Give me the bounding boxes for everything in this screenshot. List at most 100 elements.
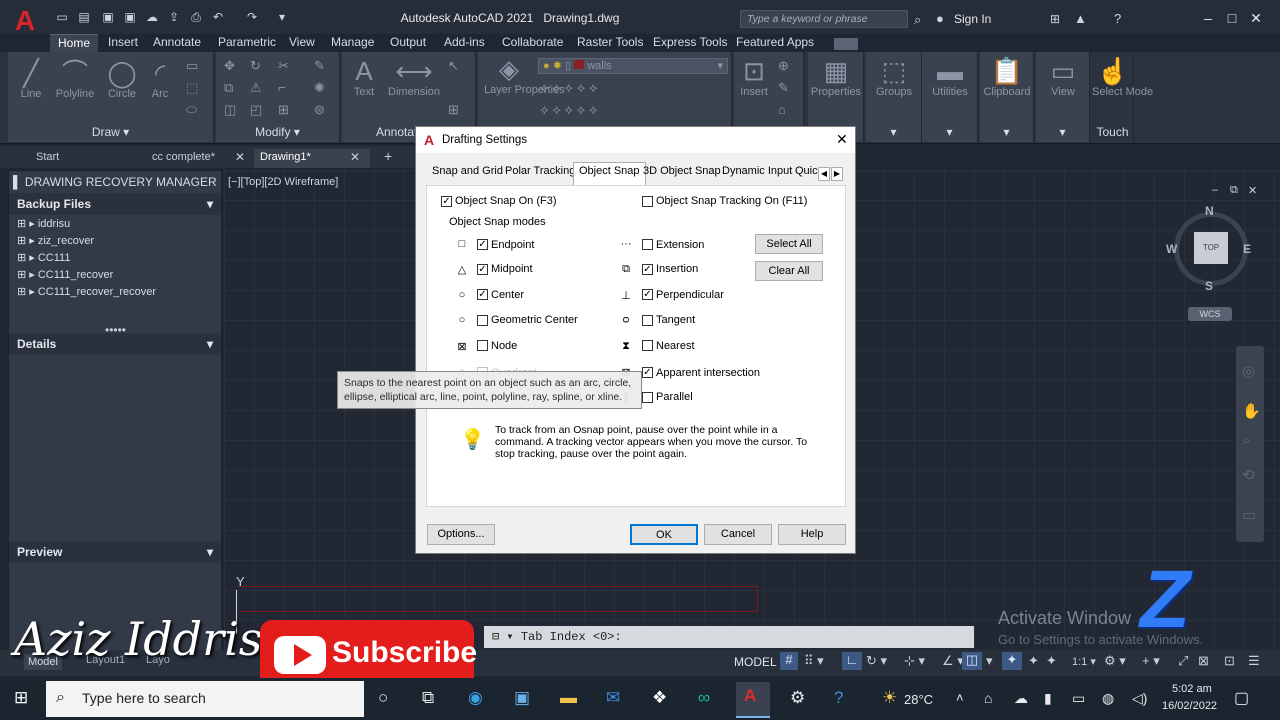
workspace-gear-icon[interactable]: ⚙ ▾ bbox=[1104, 653, 1126, 669]
tab-view[interactable]: View bbox=[289, 34, 315, 52]
select-all-button[interactable]: Select All bbox=[755, 234, 823, 254]
weather-icon[interactable]: ☀ bbox=[882, 688, 897, 708]
tree-item[interactable]: ⊞ ▸ iddrisu bbox=[17, 217, 70, 230]
microphone-icon[interactable]: ▮ bbox=[1044, 690, 1052, 707]
options-button[interactable]: Options... bbox=[427, 524, 495, 545]
cart-icon[interactable]: ⊞ bbox=[1050, 12, 1060, 26]
auto-scale-icon[interactable]: ✦ bbox=[1028, 653, 1039, 669]
tab-annotate[interactable]: Annotate bbox=[153, 34, 201, 52]
grid-icon[interactable]: # bbox=[780, 652, 798, 670]
tab-dynamic-input[interactable]: Dynamic Input bbox=[722, 165, 792, 185]
new-file-icon[interactable]: ▭ bbox=[54, 9, 70, 25]
table-icon[interactable]: ⊞ bbox=[448, 102, 459, 118]
fillet-icon[interactable]: ⌐ bbox=[278, 80, 286, 95]
annotation-visibility-icon[interactable]: ✦ bbox=[1002, 652, 1022, 670]
details-header[interactable]: Details ▾ bbox=[9, 333, 221, 355]
customize-icon[interactable]: ☰ bbox=[1248, 653, 1260, 669]
properties-tool[interactable]: ▦ Properties bbox=[808, 56, 864, 98]
tracking-icon[interactable]: ∠ ▾ bbox=[942, 653, 964, 669]
clock-date[interactable]: 16/02/2022 bbox=[1162, 700, 1217, 712]
extension-checkbox[interactable] bbox=[642, 239, 653, 250]
windows-start-icon[interactable]: ⊞ bbox=[14, 688, 28, 708]
clipboard-expand-icon[interactable]: ▾ bbox=[980, 125, 1033, 139]
apparent-intersection-checkbox[interactable]: ✓ bbox=[642, 367, 653, 378]
undo-icon[interactable]: ↶ bbox=[210, 9, 226, 25]
node-checkbox[interactable] bbox=[477, 340, 488, 351]
view-tool[interactable]: ▭ View bbox=[1036, 56, 1090, 98]
explode-icon[interactable]: ✺ bbox=[314, 80, 325, 96]
minimize-icon[interactable]: – bbox=[1198, 8, 1218, 28]
wcs-menu[interactable]: WCS bbox=[1188, 307, 1232, 321]
modify-panel-label[interactable]: Modify ▾ bbox=[216, 125, 339, 139]
tab-featured-apps[interactable]: Featured Apps bbox=[736, 34, 814, 52]
tab-quick-properties[interactable]: Quic bbox=[795, 165, 818, 185]
osnap-on-checkbox[interactable]: ✓ bbox=[441, 196, 452, 207]
tab-output[interactable]: Output bbox=[390, 34, 426, 52]
language-icon[interactable]: ◍ bbox=[1102, 690, 1114, 707]
network-icon[interactable]: ⌂ bbox=[984, 690, 992, 706]
sign-in-link[interactable]: Sign In bbox=[954, 12, 991, 26]
cloud-save-icon[interactable]: ⇪ bbox=[166, 9, 182, 25]
osnap-dropdown-icon[interactable]: ▾ bbox=[986, 653, 993, 669]
parallel-checkbox[interactable] bbox=[642, 392, 653, 403]
cancel-button[interactable]: Cancel bbox=[704, 524, 772, 545]
annotation-monitor-icon[interactable]: + ▾ bbox=[1142, 653, 1160, 669]
perpendicular-checkbox[interactable]: ✓ bbox=[642, 289, 653, 300]
ribbon-options-icon[interactable] bbox=[834, 38, 858, 50]
showmotion-icon[interactable]: ▭ bbox=[1242, 506, 1256, 524]
tab-scroll-left-icon[interactable]: ◀ bbox=[818, 167, 830, 181]
viewcube-top-face[interactable]: TOP bbox=[1194, 232, 1228, 264]
tree-item[interactable]: ⊞ ▸ CC111_recover bbox=[17, 268, 113, 281]
mirror-icon[interactable]: ⚠ bbox=[250, 80, 262, 96]
attribute-icon[interactable]: ⌂ bbox=[778, 102, 786, 117]
new-tab-icon[interactable]: + bbox=[384, 148, 392, 164]
line-tool[interactable]: ╱ Line bbox=[14, 58, 48, 100]
snap-icon[interactable]: ⠿ ▾ bbox=[804, 653, 824, 669]
cloud-open-icon[interactable]: ☁ bbox=[144, 9, 160, 25]
isodraft-icon[interactable]: ⊹ ▾ bbox=[904, 653, 925, 669]
ellipse-icon[interactable]: ⬭ bbox=[186, 102, 197, 118]
tab-scroll-right-icon[interactable]: ▶ bbox=[831, 167, 843, 181]
close-icon[interactable]: ✕ bbox=[1246, 8, 1266, 28]
task-view-icon[interactable]: ⧉ bbox=[422, 688, 434, 708]
backup-files-header[interactable]: Backup Files ▾ bbox=[9, 193, 221, 215]
compass-n[interactable]: N bbox=[1205, 204, 1214, 218]
scale-icon[interactable]: ◰ bbox=[250, 102, 262, 118]
orbit-icon[interactable]: ⟲ bbox=[1242, 466, 1255, 484]
tab-3d-object-snap[interactable]: 3D Object Snap bbox=[643, 165, 721, 185]
keyword-search-input[interactable]: Type a keyword or phrase bbox=[740, 10, 908, 28]
polar-icon[interactable]: ↻ ▾ bbox=[866, 653, 887, 669]
zoom-icon[interactable]: ⌕ bbox=[1242, 432, 1250, 449]
tab-raster-tools[interactable]: Raster Tools bbox=[577, 34, 643, 52]
edge-icon[interactable]: ◉ bbox=[468, 688, 483, 708]
insert-tool[interactable]: ⊡ Insert bbox=[736, 56, 772, 98]
open-folder-icon[interactable]: ▤ bbox=[76, 9, 92, 25]
notifications-icon[interactable]: ▢ bbox=[1234, 688, 1249, 708]
tab-snap-and-grid[interactable]: Snap and Grid bbox=[432, 165, 503, 185]
viewport-controls[interactable]: [−][Top][2D Wireframe] bbox=[228, 176, 338, 188]
file-tab-start[interactable]: Start bbox=[30, 149, 65, 168]
endpoint-checkbox[interactable]: ✓ bbox=[477, 239, 488, 250]
compass-s[interactable]: S bbox=[1205, 279, 1213, 293]
utilities-tool[interactable]: ▬ Utilities bbox=[922, 56, 978, 98]
pan-icon[interactable]: ✋ bbox=[1242, 402, 1261, 420]
viewport-minimize-icon[interactable]: – bbox=[1212, 184, 1218, 196]
tab-home[interactable]: Home bbox=[50, 34, 99, 52]
save-icon[interactable]: ▣ bbox=[100, 9, 116, 25]
osnap-tracking-checkbox[interactable] bbox=[642, 196, 653, 207]
compass-e[interactable]: E bbox=[1243, 242, 1251, 256]
taskbar-search-input[interactable]: Type here to search bbox=[46, 681, 364, 717]
compass-w[interactable]: W bbox=[1166, 242, 1177, 256]
center-checkbox[interactable]: ✓ bbox=[477, 289, 488, 300]
clear-all-button[interactable]: Clear All bbox=[755, 261, 823, 281]
tab-collaborate[interactable]: Collaborate bbox=[502, 34, 563, 52]
ortho-icon[interactable]: ∟ bbox=[842, 652, 862, 670]
midpoint-checkbox[interactable]: ✓ bbox=[477, 264, 488, 275]
clock-time[interactable]: 5:02 am bbox=[1172, 683, 1212, 695]
insertion-checkbox[interactable]: ✓ bbox=[642, 264, 653, 275]
move-icon[interactable]: ✥ bbox=[224, 58, 235, 74]
text-tool[interactable]: A Text bbox=[346, 56, 382, 98]
preview-header[interactable]: Preview ▾ bbox=[9, 541, 221, 563]
annotation-scale-icon[interactable]: ✦ bbox=[1046, 653, 1057, 669]
settings-icon[interactable]: ⚙ bbox=[790, 688, 805, 708]
